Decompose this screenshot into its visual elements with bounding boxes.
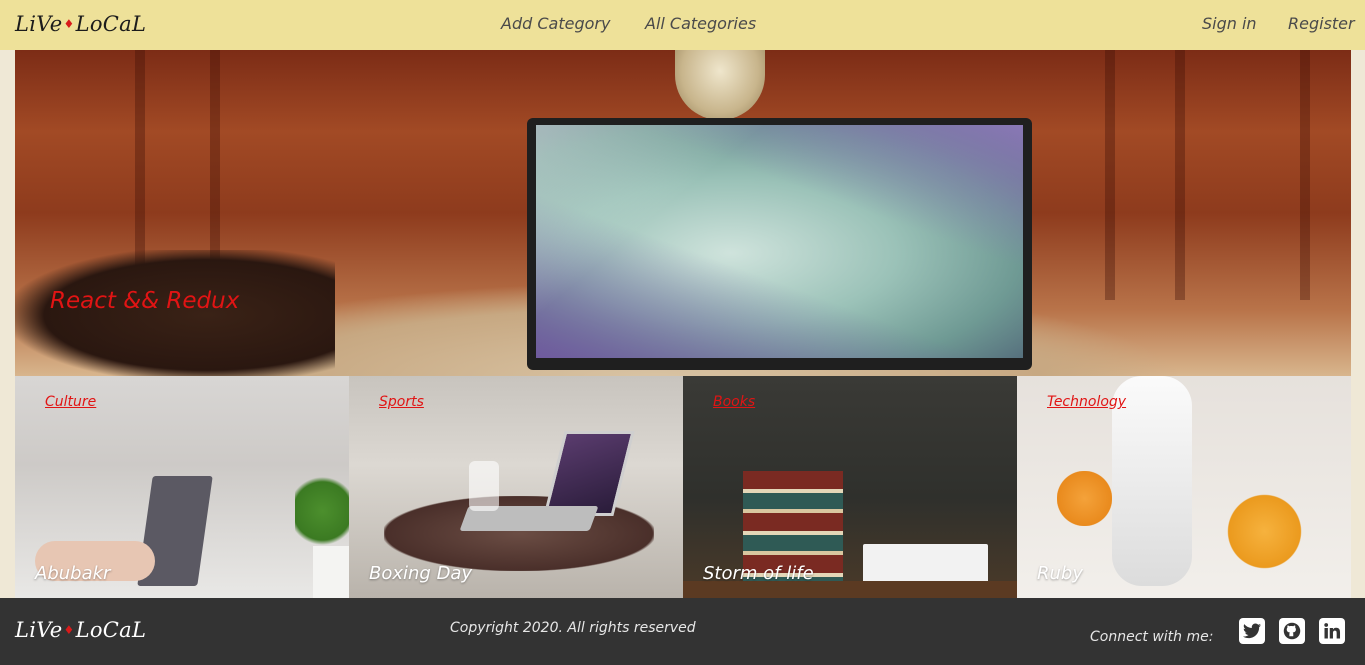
category-article-title[interactable]: Abubakr [35,563,110,584]
diamond-icon: ♦ [63,17,75,31]
category-link-books[interactable]: Books [713,394,755,410]
category-tile-culture[interactable]: Culture Abubakr [15,376,349,598]
twitter-icon [1243,623,1261,639]
brand-name-left: LiVe [15,12,63,36]
register-link[interactable]: Register [1288,14,1355,33]
github-icon[interactable] [1279,618,1305,644]
orange-image [1057,471,1112,526]
brand-name-right: LoCaL [75,12,147,36]
featured-article-hero[interactable]: React && Redux [15,50,1351,376]
notebook-image [863,544,988,584]
connect-label: Connect with me: [1090,629,1214,645]
category-article-title[interactable]: Boxing Day [369,563,472,584]
lamp-decoration [675,50,765,120]
category-tile-technology[interactable]: Technology Ruby [1017,376,1351,598]
laptop-screen-image [536,125,1023,358]
category-tile-books[interactable]: Books Storm of life [683,376,1017,598]
sign-in-link[interactable]: Sign in [1202,14,1257,33]
category-link-sports[interactable]: Sports [379,394,424,410]
add-category-link[interactable]: Add Category [501,14,610,33]
category-article-title[interactable]: Storm of life [703,563,814,584]
brand-name-right: LoCaL [75,618,147,642]
brand-name-left: LiVe [15,618,63,642]
category-link-culture[interactable]: Culture [45,394,96,410]
top-navbar: LiVe♦LoCaL Add Category All Categories S… [0,0,1365,50]
twitter-icon[interactable] [1239,618,1265,644]
plant-pot-image [313,546,349,598]
all-categories-link[interactable]: All Categories [645,14,756,33]
category-article-title[interactable]: Ruby [1037,563,1083,584]
footer-brand-logo[interactable]: LiVe♦LoCaL [15,618,146,642]
wall-panel-decoration [1300,50,1310,300]
linkedin-icon [1324,623,1341,639]
category-link-technology[interactable]: Technology [1047,394,1126,410]
linkedin-icon[interactable] [1319,618,1345,644]
featured-article-title[interactable]: React && Redux [50,288,239,314]
brand-logo[interactable]: LiVe♦LoCaL [15,12,146,36]
wall-panel-decoration [1175,50,1185,300]
github-icon [1283,622,1301,640]
footer: LiVe♦LoCaL Copyright 2020. All rights re… [0,598,1365,665]
laptop-image [527,118,1032,370]
glass-image [469,461,499,511]
orange-image [1227,494,1302,569]
diamond-icon: ♦ [63,623,75,637]
wall-panel-decoration [1105,50,1115,300]
plant-image [295,471,349,551]
copyright-text: Copyright 2020. All rights reserved [450,620,696,636]
category-tile-sports[interactable]: Sports Boxing Day [349,376,683,598]
